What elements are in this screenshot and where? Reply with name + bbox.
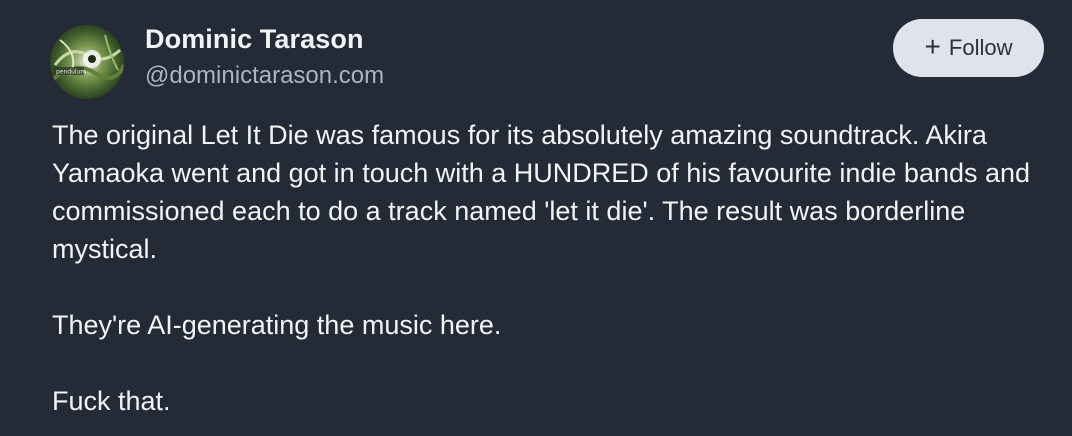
post-paragraph: They're AI-generating the music here. bbox=[52, 310, 502, 340]
svg-text:pendulum: pendulum bbox=[56, 69, 86, 76]
follow-button[interactable]: + Follow bbox=[893, 19, 1044, 77]
avatar-image: pendulum bbox=[50, 25, 124, 99]
avatar[interactable]: pendulum bbox=[50, 25, 124, 99]
plus-icon: + bbox=[924, 31, 941, 62]
author-handle[interactable]: @dominictarason.com bbox=[145, 59, 384, 93]
author-block: Dominic Tarason @dominictarason.com bbox=[145, 22, 384, 93]
post-card: pendulum Dominic Tarason @dominictarason… bbox=[0, 0, 1072, 436]
follow-label: Follow bbox=[948, 35, 1013, 60]
post-paragraph: The original Let It Die was famous for i… bbox=[52, 120, 1031, 264]
post-paragraph: Fuck that. bbox=[52, 386, 171, 416]
post-body: The original Let It Die was famous for i… bbox=[52, 116, 1042, 420]
author-display-name[interactable]: Dominic Tarason bbox=[145, 22, 384, 56]
